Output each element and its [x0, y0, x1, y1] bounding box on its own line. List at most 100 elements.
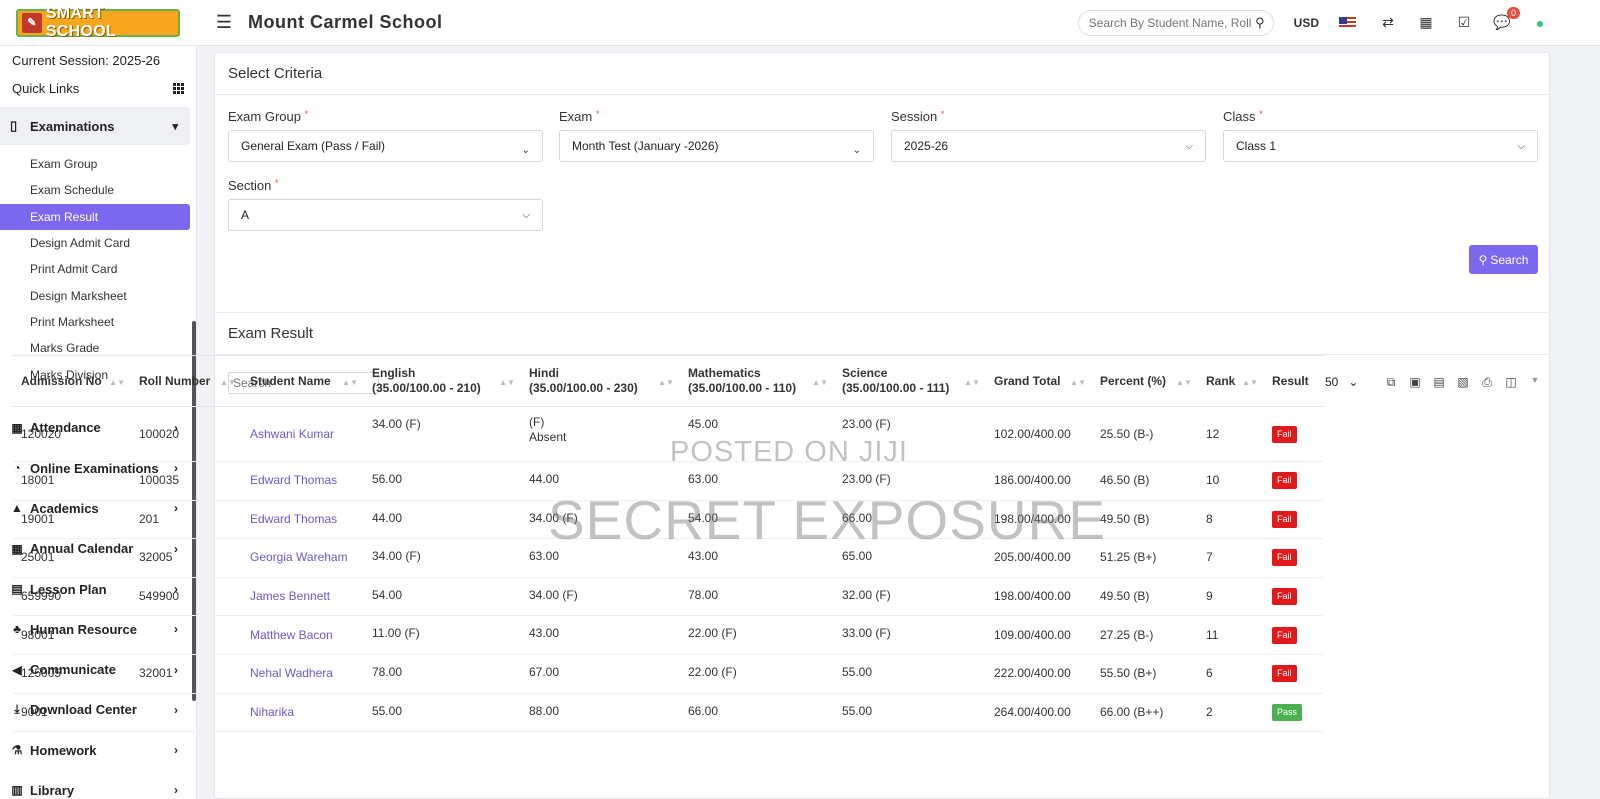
sidebar-item-library[interactable]: ▥ Library ›	[0, 770, 196, 799]
exam-label: Exam *	[559, 109, 874, 124]
cell-student-name[interactable]: Ashwani Kumar	[242, 406, 364, 462]
chevron-down-icon: ⌄	[852, 145, 861, 156]
sidebar-item-examinations[interactable]: ▯ Examinations ▾	[0, 107, 190, 145]
exam-group-select[interactable]: General Exam (Pass / Fail) ⌄	[228, 130, 543, 162]
columns-icon[interactable]: ◫	[1505, 375, 1517, 390]
cell-result: Fail	[1264, 654, 1323, 694]
pdf-icon[interactable]: ▧	[1457, 375, 1469, 390]
cell-student-name[interactable]: Edward Thomas	[242, 500, 364, 540]
cell-roll-number: 100020	[131, 406, 242, 462]
cell-roll-number: 100035	[131, 461, 242, 501]
section-label-text: Section	[228, 178, 272, 193]
global-search-input[interactable]	[1088, 15, 1256, 30]
logo[interactable]: ✎ SMART SCHOOL	[0, 0, 200, 46]
cell-student-name[interactable]: Nehal Wadhera	[242, 654, 364, 694]
col-result[interactable]: Result	[1264, 355, 1323, 407]
quick-links[interactable]: Quick Links	[0, 74, 196, 102]
current-session: Current Session: 2025-26	[12, 53, 161, 68]
cell-roll-number: 549900	[131, 577, 242, 617]
submenu-exam-result[interactable]: Exam Result	[0, 203, 190, 230]
col-label: Percent (%)	[1100, 373, 1167, 388]
swap-icon[interactable]: ⇄	[1380, 14, 1396, 31]
submenu-print-admit-card[interactable]: Print Admit Card	[0, 256, 196, 282]
hamburger-menu-icon[interactable]: ☰	[214, 12, 234, 33]
required-marker: *	[1259, 109, 1263, 119]
col-mathematics[interactable]: Mathematics (35.00/100.00 - 110) ▲▼	[680, 355, 834, 407]
cell-admission-no: 125005	[13, 654, 131, 694]
table-row: 25001 32005 Georgia Wareham 34.00 (F) 63.00 4…	[13, 538, 1323, 578]
cell-student-name[interactable]: Edward Thomas	[242, 461, 364, 501]
sort-icon: ▲▼	[1176, 378, 1192, 387]
submenu-print-marksheet[interactable]: Print Marksheet	[0, 309, 196, 335]
calendar-icon[interactable]: ▦	[1418, 14, 1434, 31]
search-icon[interactable]: ⚲	[1255, 15, 1265, 31]
search-button[interactable]: ⚲ Search	[1469, 245, 1538, 274]
cell-student-name[interactable]: Georgia Wareham	[242, 538, 364, 578]
grid-icon[interactable]	[173, 82, 184, 94]
notification-badge: 0	[1506, 6, 1520, 19]
cell-result: Fail	[1264, 461, 1323, 501]
cell-english: 34.00 (F)	[364, 406, 521, 462]
table-row: 125005 32001 Nehal Wadhera 78.00 67.00 22.00 …	[13, 654, 1323, 694]
result-badge: Fail	[1272, 665, 1297, 683]
cell-science: 55.00	[834, 654, 986, 694]
cell-admission-no: 659990	[13, 577, 131, 617]
cell-student-name[interactable]: Niharika	[242, 693, 364, 733]
col-grand-total[interactable]: Grand Total ▲▼	[986, 355, 1092, 407]
submenu-exam-schedule[interactable]: Exam Schedule	[0, 177, 196, 203]
search-icon: ⚲	[1478, 252, 1488, 267]
print-icon[interactable]: ⎙	[1481, 375, 1493, 390]
col-label: English	[372, 366, 416, 380]
col-label-sub: (35.00/100.00 - 210)	[372, 381, 481, 395]
criteria-form: Exam Group * General Exam (Pass / Fail) ⌄…	[215, 95, 1549, 313]
section-select[interactable]: A ⌵	[228, 199, 543, 231]
exam-group-label: Exam Group *	[228, 109, 543, 124]
table-row: 659990 549900 James Bennett 54.00 34.00 (F) 7…	[13, 577, 1323, 617]
session-select[interactable]: 2025-26 ⌵	[891, 130, 1206, 162]
col-science[interactable]: Science (35.00/100.00 - 111) ▲▼	[834, 355, 986, 407]
task-check-icon[interactable]: ☑	[1456, 14, 1472, 31]
class-select[interactable]: Class 1 ⌵	[1223, 130, 1538, 162]
cell-hindi: (F) Absent	[521, 406, 680, 462]
cell-student-name[interactable]: Matthew Bacon	[242, 615, 364, 655]
cell-admission-no: 18001	[13, 461, 131, 501]
col-label: Science	[842, 366, 888, 380]
csv-icon[interactable]: ▤	[1433, 375, 1445, 390]
submenu-design-admit-card[interactable]: Design Admit Card	[0, 230, 196, 256]
sidebar-item-label: Library	[30, 782, 75, 798]
cell-result: Fail	[1264, 577, 1323, 617]
cell-admission-no: 120020	[13, 406, 131, 462]
col-admission-no[interactable]: Admission No ▲▼	[13, 355, 131, 407]
per-page-select[interactable]: 50 ⌄	[1325, 375, 1358, 389]
excel-icon[interactable]: ▣	[1409, 375, 1421, 390]
col-english[interactable]: English (35.00/100.00 - 210) ▲▼	[364, 355, 521, 407]
examinations-submenu: Exam Group Exam Schedule Exam Result Des…	[0, 145, 196, 388]
cell-result: Fail	[1264, 500, 1323, 540]
required-marker: *	[275, 178, 279, 188]
currency-selector[interactable]: USD	[1294, 16, 1319, 30]
col-student-name[interactable]: Student Name ▲▼	[242, 355, 364, 407]
submenu-design-marksheet[interactable]: Design Marksheet	[0, 282, 196, 308]
sidebar-item-homework[interactable]: ⚗ Homework ›	[0, 730, 196, 770]
cell-student-name[interactable]: James Bennett	[242, 577, 364, 617]
exam-select[interactable]: Month Test (January -2026) ⌄	[559, 130, 874, 162]
per-page-value: 50	[1325, 375, 1339, 389]
table-row: 9001 Niharika 55.00 88.00 66.00 55.00 264.00/4…	[13, 693, 1323, 733]
cell-rank: 2	[1198, 693, 1264, 733]
whatsapp-icon[interactable]: ●	[1532, 15, 1548, 31]
submenu-exam-group[interactable]: Exam Group	[0, 151, 196, 177]
col-roll-number[interactable]: Roll Number ▲▼	[131, 355, 242, 407]
chat-icon[interactable]: 💬 0	[1493, 6, 1520, 31]
cell-mathematics: 78.00	[680, 577, 834, 617]
cell-rank: 6	[1198, 654, 1264, 694]
copy-icon[interactable]: ⧉	[1385, 375, 1397, 390]
col-percent[interactable]: Percent (%) ▲▼	[1092, 355, 1198, 407]
export-buttons: ⧉ ▣ ▤ ▧ ⎙ ◫ ▼	[1385, 375, 1541, 390]
exam-group-label-text: Exam Group	[228, 109, 301, 124]
cell-english: 11.00 (F)	[364, 615, 521, 655]
us-flag-icon[interactable]	[1339, 16, 1356, 29]
col-hindi[interactable]: Hindi (35.00/100.00 - 230) ▲▼	[521, 355, 680, 407]
col-rank[interactable]: Rank ▲▼	[1198, 355, 1264, 407]
select-criteria-title: Select Criteria	[215, 53, 1549, 95]
caret-down-icon[interactable]: ▼	[1529, 375, 1541, 390]
